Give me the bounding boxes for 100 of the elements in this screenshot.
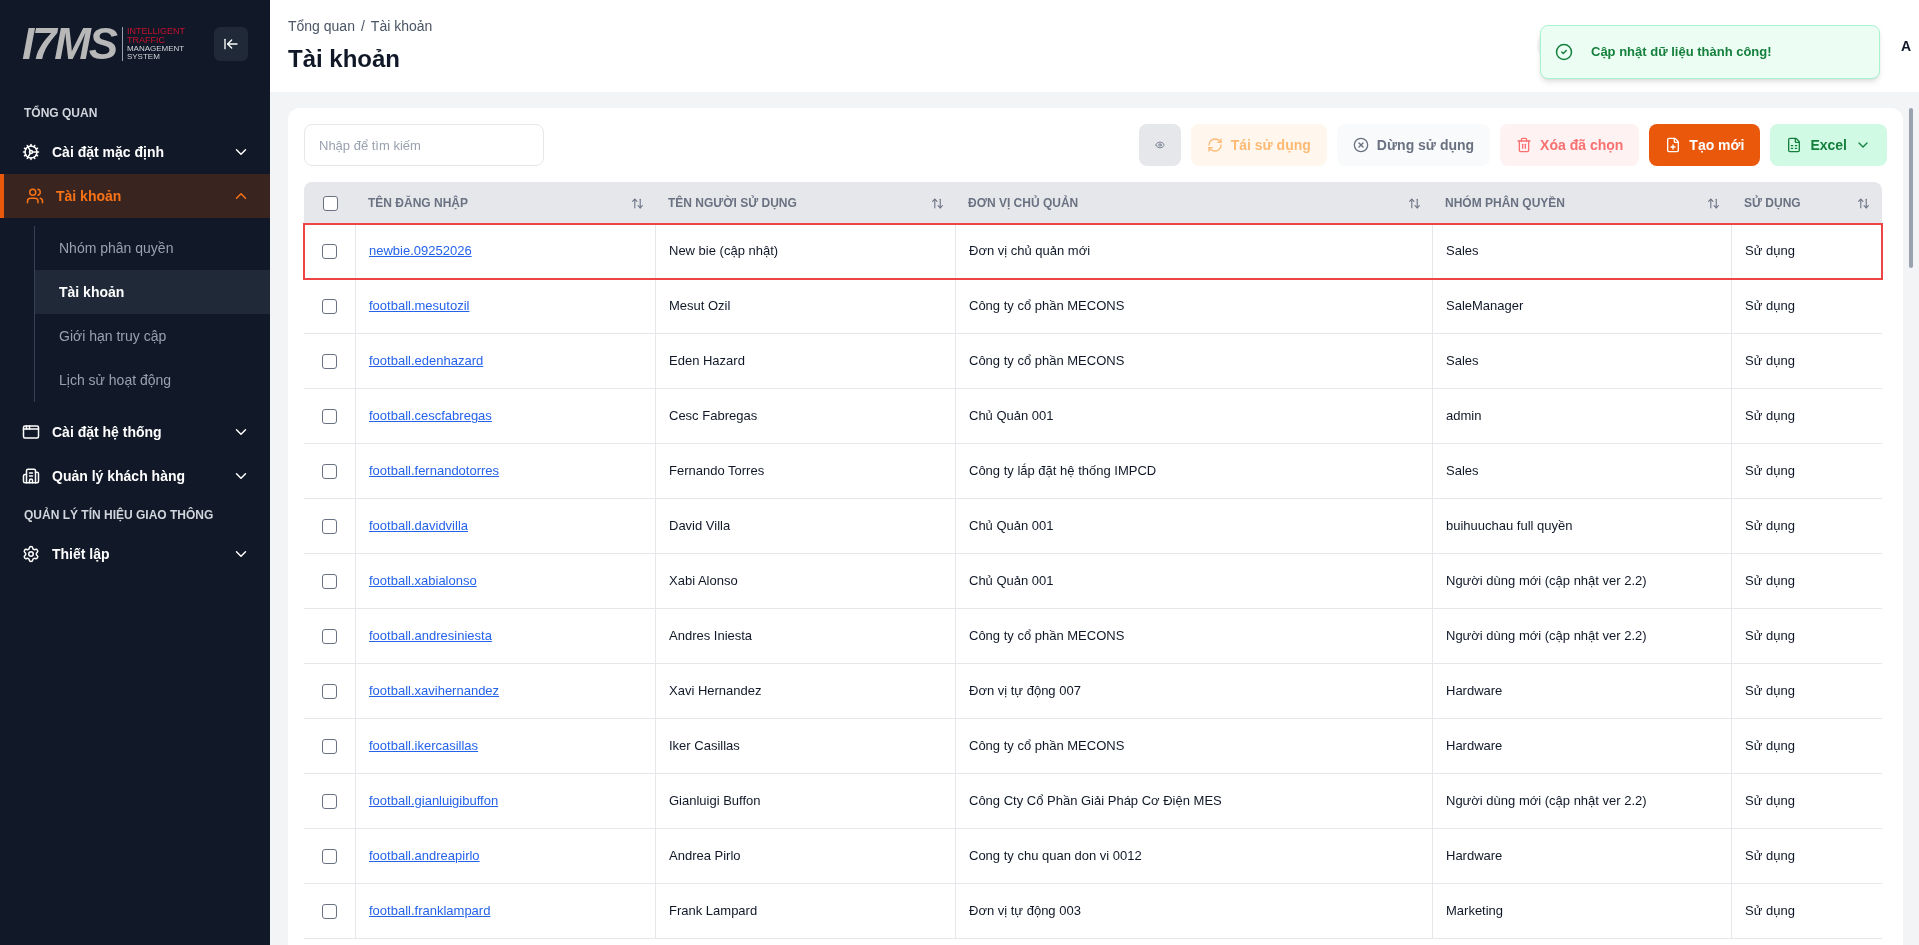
checkbox[interactable] — [322, 408, 337, 424]
username-link[interactable]: football.ikercasillas — [369, 736, 479, 756]
table-cell-text: Đơn vị tự động 007 — [969, 682, 1081, 701]
nav-label: Cài đặt mặc định — [52, 142, 166, 162]
sort-icon[interactable] — [1707, 196, 1720, 210]
table-cell-text: Công Cty Cổ Phần Giải Pháp Cơ Điện MES — [969, 792, 1222, 811]
checkbox[interactable] — [322, 573, 337, 589]
table-cell-text: Frank Lampard — [669, 902, 758, 921]
table-cell-text: Iker Casillas — [669, 737, 740, 756]
table-cell-text: Chủ Quản 001 — [969, 572, 1054, 591]
column-header[interactable]: ĐƠN VỊ CHỦ QUẢN — [968, 194, 1079, 212]
avatar[interactable]: A — [1900, 35, 1911, 57]
nav-label: Cài đặt hệ thống — [52, 422, 163, 442]
settings-icon — [22, 545, 40, 563]
window-icon — [22, 423, 40, 441]
breadcrumb-item[interactable]: Tổng quan — [288, 15, 355, 37]
column-header[interactable]: TÊN ĐĂNG NHẬP — [368, 194, 468, 212]
table-cell-text: Andrea Pirlo — [669, 847, 741, 866]
nav-subitem[interactable]: Lịch sử hoạt động — [35, 358, 270, 402]
table-cell-text: New bie (cập nhật) — [669, 242, 779, 261]
checkbox[interactable] — [322, 738, 337, 754]
checkbox[interactable] — [322, 353, 337, 369]
username-link[interactable]: football.fernandotorres — [369, 461, 500, 481]
table-cell-text: SaleManager — [1446, 297, 1524, 316]
table-cell-text: Marketing — [1446, 902, 1504, 921]
sort-icon[interactable] — [631, 196, 644, 210]
checkbox[interactable] — [322, 298, 337, 314]
excel-button[interactable]: Excel — [1770, 124, 1887, 166]
table-cell-text: Hardware — [1446, 847, 1503, 866]
table-cell-text: Sử dụng — [1745, 627, 1795, 646]
search-field[interactable]: Nhập để tìm kiếm — [304, 124, 544, 166]
users-icon — [26, 187, 44, 205]
username-link[interactable]: football.davidvilla — [369, 516, 468, 536]
checkbox[interactable] — [322, 463, 337, 479]
sort-icon[interactable] — [931, 196, 944, 210]
table-cell-text: Đơn vị tự động 003 — [969, 902, 1081, 921]
nav-item[interactable]: Tài khoản — [0, 174, 270, 218]
table-cell-text: Andres Iniesta — [669, 627, 753, 646]
table-cell-text: Công ty cổ phần MECONS — [969, 627, 1125, 646]
trash-icon — [1516, 137, 1533, 153]
column-header[interactable]: NHÓM PHÂN QUYỀN — [1445, 194, 1565, 212]
breadcrumb-item: / — [360, 16, 365, 36]
username-link[interactable]: football.andreapirlo — [369, 846, 480, 866]
nav-section-heading: TỔNG QUAN — [23, 104, 99, 122]
table-cell-text: Sử dụng — [1745, 902, 1795, 921]
table-cell-text: Công ty cổ phần MECONS — [969, 352, 1125, 371]
username-link[interactable]: football.gianluigibuffon — [369, 791, 499, 811]
table-cell-text: buihuuchau full quyền — [1446, 517, 1573, 536]
column-header[interactable]: TÊN NGƯỜI SỬ DỤNG — [668, 194, 797, 212]
table-cell-text: Sử dụng — [1745, 517, 1795, 536]
table-cell-text: Công ty lắp đặt hệ thống IMPCD — [969, 462, 1157, 481]
scrollbar[interactable] — [1909, 108, 1913, 268]
circle-x-icon — [1352, 137, 1369, 153]
username-link[interactable]: football.cescfabregas — [369, 406, 492, 426]
checkbox[interactable] — [322, 683, 337, 699]
nav-label: Tài khoản — [56, 186, 123, 206]
nav-subitem[interactable]: Nhóm phân quyền — [35, 226, 270, 270]
nav-item[interactable]: Cài đặt mặc định — [0, 130, 270, 174]
nav-item[interactable]: Thiết lập — [0, 532, 270, 576]
nav-item[interactable]: Cài đặt hệ thống — [0, 410, 270, 454]
checkbox[interactable] — [322, 848, 337, 864]
sort-icon[interactable] — [1408, 196, 1421, 210]
username-link[interactable]: football.xabialonso — [369, 571, 477, 591]
table-cell-text: Người dùng mới (cập nhật ver 2.2) — [1446, 792, 1647, 811]
table-cell-text: Cesc Fabregas — [669, 407, 758, 426]
table-cell-text: Sử dụng — [1745, 462, 1795, 481]
collapse-sidebar-button[interactable] — [214, 27, 248, 61]
username-link[interactable]: football.xavihernandez — [369, 681, 500, 701]
table-cell-text: Hardware — [1446, 737, 1503, 756]
table-cell-text: Người dùng mới (cập nhật ver 2.2) — [1446, 572, 1647, 591]
table-cell-text: Sử dụng — [1745, 737, 1795, 756]
building-icon — [22, 467, 40, 485]
nav-subitem[interactable]: Giới hạn truy cập — [35, 314, 270, 358]
success-icon — [1555, 43, 1573, 61]
checkbox[interactable] — [322, 903, 337, 919]
checkbox[interactable] — [322, 628, 337, 644]
table-cell-text: Sales — [1446, 352, 1479, 371]
create-button[interactable]: Tạo mới — [1649, 124, 1761, 166]
checkbox[interactable] — [322, 195, 338, 211]
breadcrumb-item: Tài khoản — [370, 16, 433, 36]
refresh-icon — [1206, 137, 1223, 153]
collapse-icon — [223, 36, 239, 52]
sort-icon[interactable] — [1857, 196, 1870, 210]
table-cell-text: Công ty cổ phần MECONS — [969, 297, 1125, 316]
checkbox[interactable] — [322, 518, 337, 534]
column-header[interactable]: SỬ DỤNG — [1744, 194, 1801, 212]
table-cell-text: Sử dụng — [1745, 242, 1795, 261]
checkbox[interactable] — [322, 243, 337, 259]
table-cell-text: Sales — [1446, 462, 1479, 481]
username-link[interactable]: newbie.09252026 — [369, 241, 472, 261]
nav-item[interactable]: Quản lý khách hàng — [0, 454, 270, 498]
nav-subitem[interactable]: Tài khoản — [35, 270, 270, 314]
logo: I7MS INTELLIGENT TRAFFIC MANAGEMENT SYSTEM — [22, 22, 185, 66]
username-link[interactable]: football.edenhazard — [369, 351, 484, 371]
username-link[interactable]: football.andresiniesta — [369, 626, 492, 646]
username-link[interactable]: football.franklampard — [369, 901, 491, 921]
checkbox[interactable] — [322, 793, 337, 809]
table-cell-text: Hardware — [1446, 682, 1503, 701]
username-link[interactable]: football.mesutozil — [369, 296, 470, 316]
table-cell-text: Sử dụng — [1745, 847, 1795, 866]
